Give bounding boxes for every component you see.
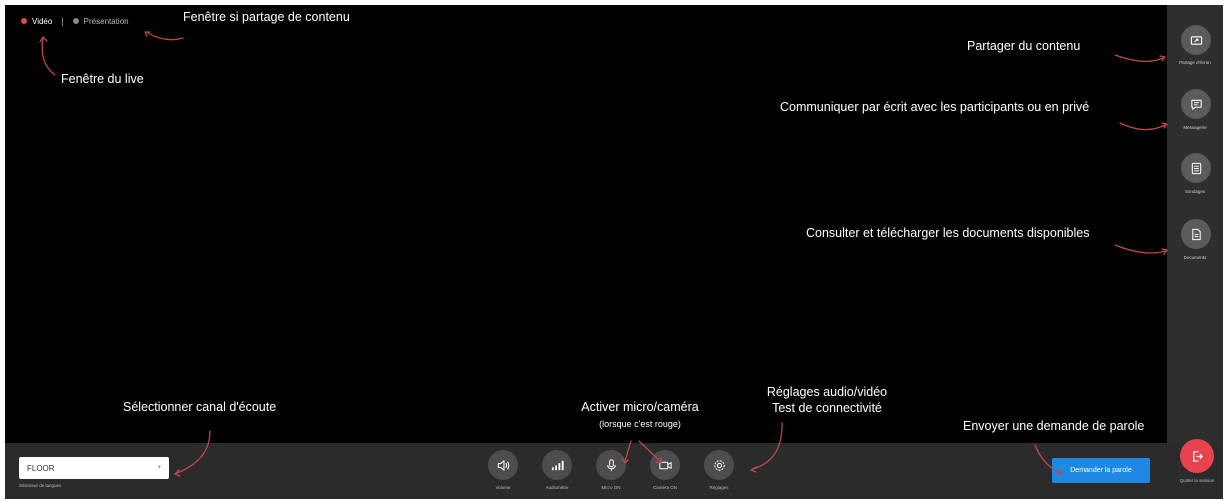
annotation-share-window: Fenêtre si partage de contenu [183,10,350,24]
microphone-button[interactable] [596,450,626,480]
chat-icon [1190,99,1202,110]
annotation-channel: Sélectionner canal d'écoute [123,400,277,414]
screen-share-button[interactable] [1181,25,1211,55]
polls-button[interactable] [1181,153,1211,183]
volume-button[interactable] [488,450,518,480]
view-tabs: Vidéo | Présentation [21,16,129,26]
language-select-label: Sélecteur de langues [19,483,62,488]
level-meter-icon [551,460,564,470]
annotation-mic-cam-note: (lorsque c'est rouge) [599,419,681,429]
right-sidebar: Partage d'écran Messagerie Sondages Docu… [1167,5,1223,445]
screen-share-icon [1190,35,1202,45]
tab-separator: | [61,16,64,26]
tab-presentation[interactable]: Présentation [72,16,129,26]
bottom-toolbar: FLOOR ▾ Sélecteur de langues Volume Audi… [5,439,1223,499]
annotation-settings-line1: Réglages audio/vidéo [766,385,888,399]
polls-label: Sondages [1184,189,1206,194]
settings-label: Réglages [709,485,729,490]
tab-video-label: Vidéo [32,16,53,26]
annotation-documents: Consulter et télécharger les documents d… [806,226,1090,240]
arrow-share-content [1114,54,1164,62]
camera-button[interactable] [650,450,680,480]
audiometer-button[interactable] [542,450,572,480]
request-speak-button[interactable]: Demander la parole [1052,458,1150,483]
tab-video[interactable]: Vidéo [21,17,52,26]
annotation-mic-cam: Activer micro/caméra [581,400,699,414]
arrow-share-window [147,32,184,41]
poll-icon [1191,162,1201,174]
documents-button[interactable] [1181,219,1211,249]
microphone-label: Micro ON [601,485,621,490]
document-icon [1191,228,1201,240]
language-value: FLOOR [27,463,55,473]
arrow-live-window [41,38,56,76]
annotation-share-content: Partager du contenu [967,39,1081,53]
exit-icon [1192,450,1203,462]
active-dot-icon [21,18,27,24]
annotation-settings-line2: Test de connectivité [772,401,882,415]
language-select[interactable]: FLOOR ▾ [19,457,169,479]
volume-label: Volume [495,485,511,490]
annotation-messaging: Communiquer par écrit avec les participa… [780,100,1090,114]
inactive-dot-icon [72,18,79,24]
chat-button[interactable] [1181,89,1211,119]
quit-session-label: Quitter la session [1179,478,1215,483]
documents-label: Documents [1183,255,1207,260]
camera-icon [658,461,672,469]
chevron-down-icon: ▾ [157,464,161,471]
audiometer-label: Audiomètre [545,485,569,490]
speaker-icon [497,459,509,471]
settings-button[interactable] [704,450,734,480]
microphone-icon [606,458,616,471]
gear-icon [713,459,725,471]
tab-presentation-label: Présentation [83,16,129,26]
quit-session-button[interactable] [1180,439,1214,473]
chat-label: Messagerie [1183,125,1207,130]
camera-label: Caméra ON [652,485,677,490]
screen-share-label: Partage d'écran [1179,60,1211,65]
annotation-live-window: Fenêtre du live [61,72,144,86]
annotation-request: Envoyer une demande de parole [963,419,1145,433]
arrow-documents [1114,244,1166,254]
arrow-messaging [1119,122,1166,131]
conference-window: Vidéo | Présentation Partage d'écran Mes… [5,5,1223,499]
